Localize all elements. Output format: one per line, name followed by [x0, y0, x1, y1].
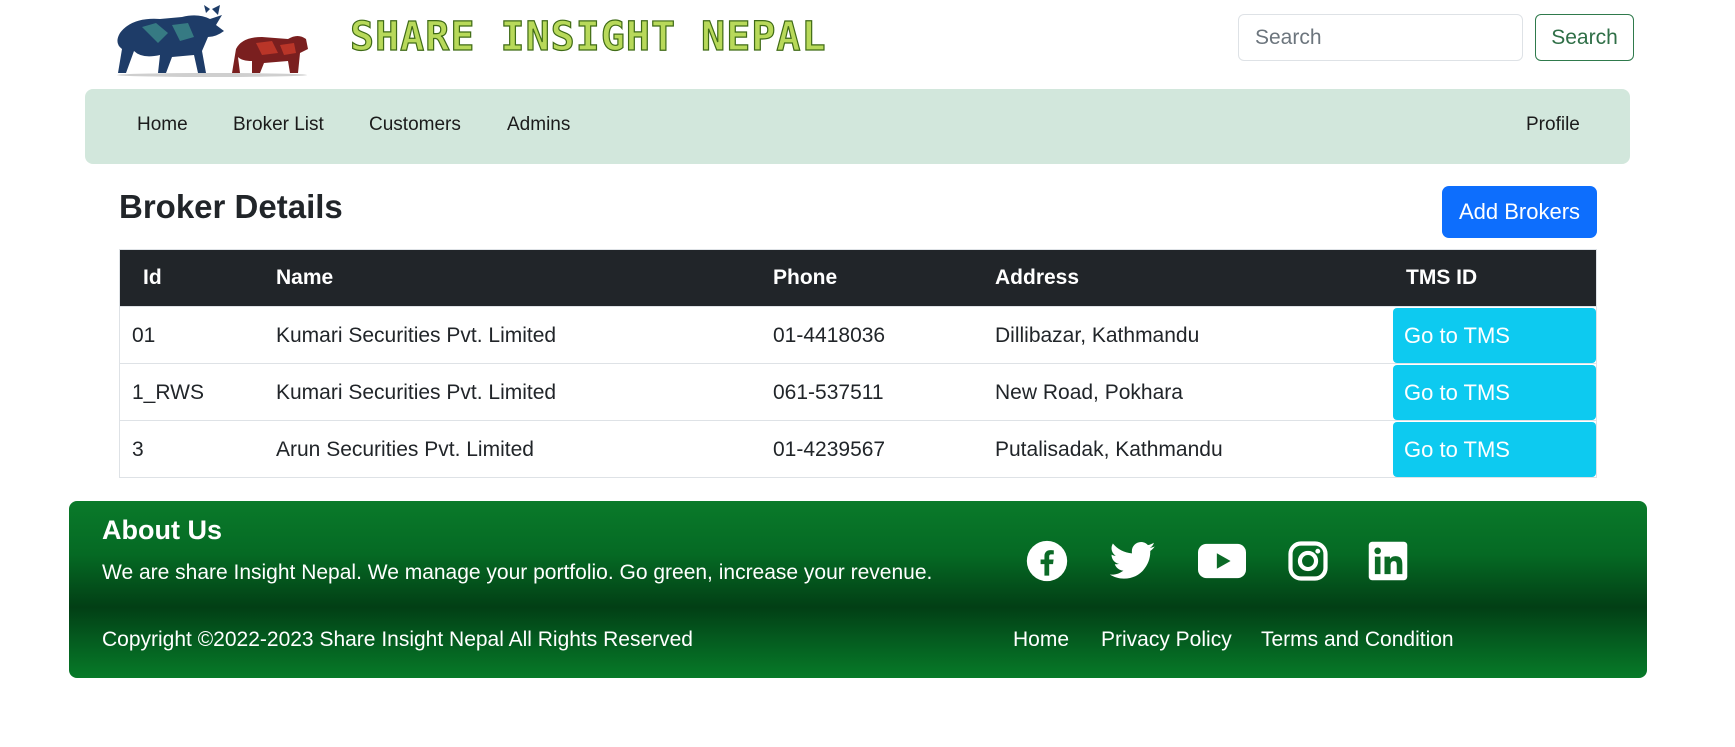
site-header: SHARE INSIGHT NEPAL Search: [0, 0, 1735, 82]
search-input[interactable]: [1238, 14, 1523, 61]
cell-phone: 01-4239567: [773, 438, 886, 461]
nav-item-customers[interactable]: Customers: [369, 114, 461, 136]
twitter-icon[interactable]: [1110, 538, 1156, 584]
nav-item-home[interactable]: Home: [137, 114, 188, 136]
column-header-address: Address: [995, 266, 1080, 289]
nav-item-admins[interactable]: Admins: [507, 114, 570, 136]
table-row: 01 Kumari Securities Pvt. Limited 01-441…: [120, 306, 1596, 363]
site-logo[interactable]: SHARE INSIGHT NEPAL: [112, 2, 826, 78]
cell-address: Putalisadak, Kathmandu: [995, 438, 1223, 461]
logo-text: SHARE INSIGHT NEPAL: [349, 13, 827, 60]
cell-id: 01: [132, 324, 156, 347]
cell-name: Arun Securities Pvt. Limited: [276, 438, 534, 461]
about-us-text: We are share Insight Nepal. We manage yo…: [102, 561, 933, 584]
footer-link-home[interactable]: Home: [1013, 628, 1069, 652]
linkedin-icon[interactable]: [1365, 538, 1411, 584]
cell-name: Kumari Securities Pvt. Limited: [276, 381, 557, 404]
table-row: 1_RWS Kumari Securities Pvt. Limited 061…: [120, 363, 1596, 420]
cell-address: Dillibazar, Kathmandu: [995, 324, 1200, 347]
footer-link-privacy-policy[interactable]: Privacy Policy: [1101, 628, 1232, 652]
go-to-tms-button[interactable]: Go to TMS: [1393, 308, 1596, 363]
add-brokers-button[interactable]: Add Brokers: [1442, 186, 1597, 238]
column-header-name: Name: [276, 266, 334, 289]
page-title: Broker Details: [119, 188, 343, 225]
cell-phone: 01-4418036: [773, 324, 886, 347]
about-us-heading: About Us: [102, 515, 222, 545]
facebook-icon[interactable]: [1024, 538, 1070, 584]
cell-phone: 061-537511: [773, 381, 884, 404]
footer-link-terms[interactable]: Terms and Condition: [1261, 628, 1454, 652]
instagram-icon[interactable]: [1285, 538, 1331, 584]
go-to-tms-button[interactable]: Go to TMS: [1393, 365, 1596, 420]
youtube-icon[interactable]: [1197, 538, 1247, 584]
main-navbar: Home Broker List Customers Admins Profil…: [85, 89, 1630, 164]
cell-address: New Road, Pokhara: [995, 381, 1183, 404]
nav-item-profile[interactable]: Profile: [1526, 114, 1580, 136]
column-header-id: Id: [143, 266, 162, 289]
column-header-tms-id: TMS ID: [1406, 266, 1478, 289]
cell-name: Kumari Securities Pvt. Limited: [276, 324, 557, 347]
bull-bear-logo-icon: [117, 5, 308, 77]
search-button[interactable]: Search: [1535, 14, 1634, 61]
cell-id: 1_RWS: [132, 381, 204, 404]
broker-table: Id Name Phone Address TMS ID 01 Kumari S…: [119, 249, 1597, 478]
cell-id: 3: [132, 438, 144, 461]
table-row: 3 Arun Securities Pvt. Limited 01-423956…: [120, 420, 1596, 477]
table-header: Id Name Phone Address TMS ID: [120, 250, 1596, 306]
go-to-tms-button[interactable]: Go to TMS: [1393, 422, 1596, 477]
column-header-phone: Phone: [773, 266, 838, 289]
site-footer: About Us We are share Insight Nepal. We …: [69, 501, 1647, 678]
copyright-text: Copyright ©2022-2023 Share Insight Nepal…: [102, 628, 693, 651]
nav-item-broker-list[interactable]: Broker List: [233, 114, 324, 136]
